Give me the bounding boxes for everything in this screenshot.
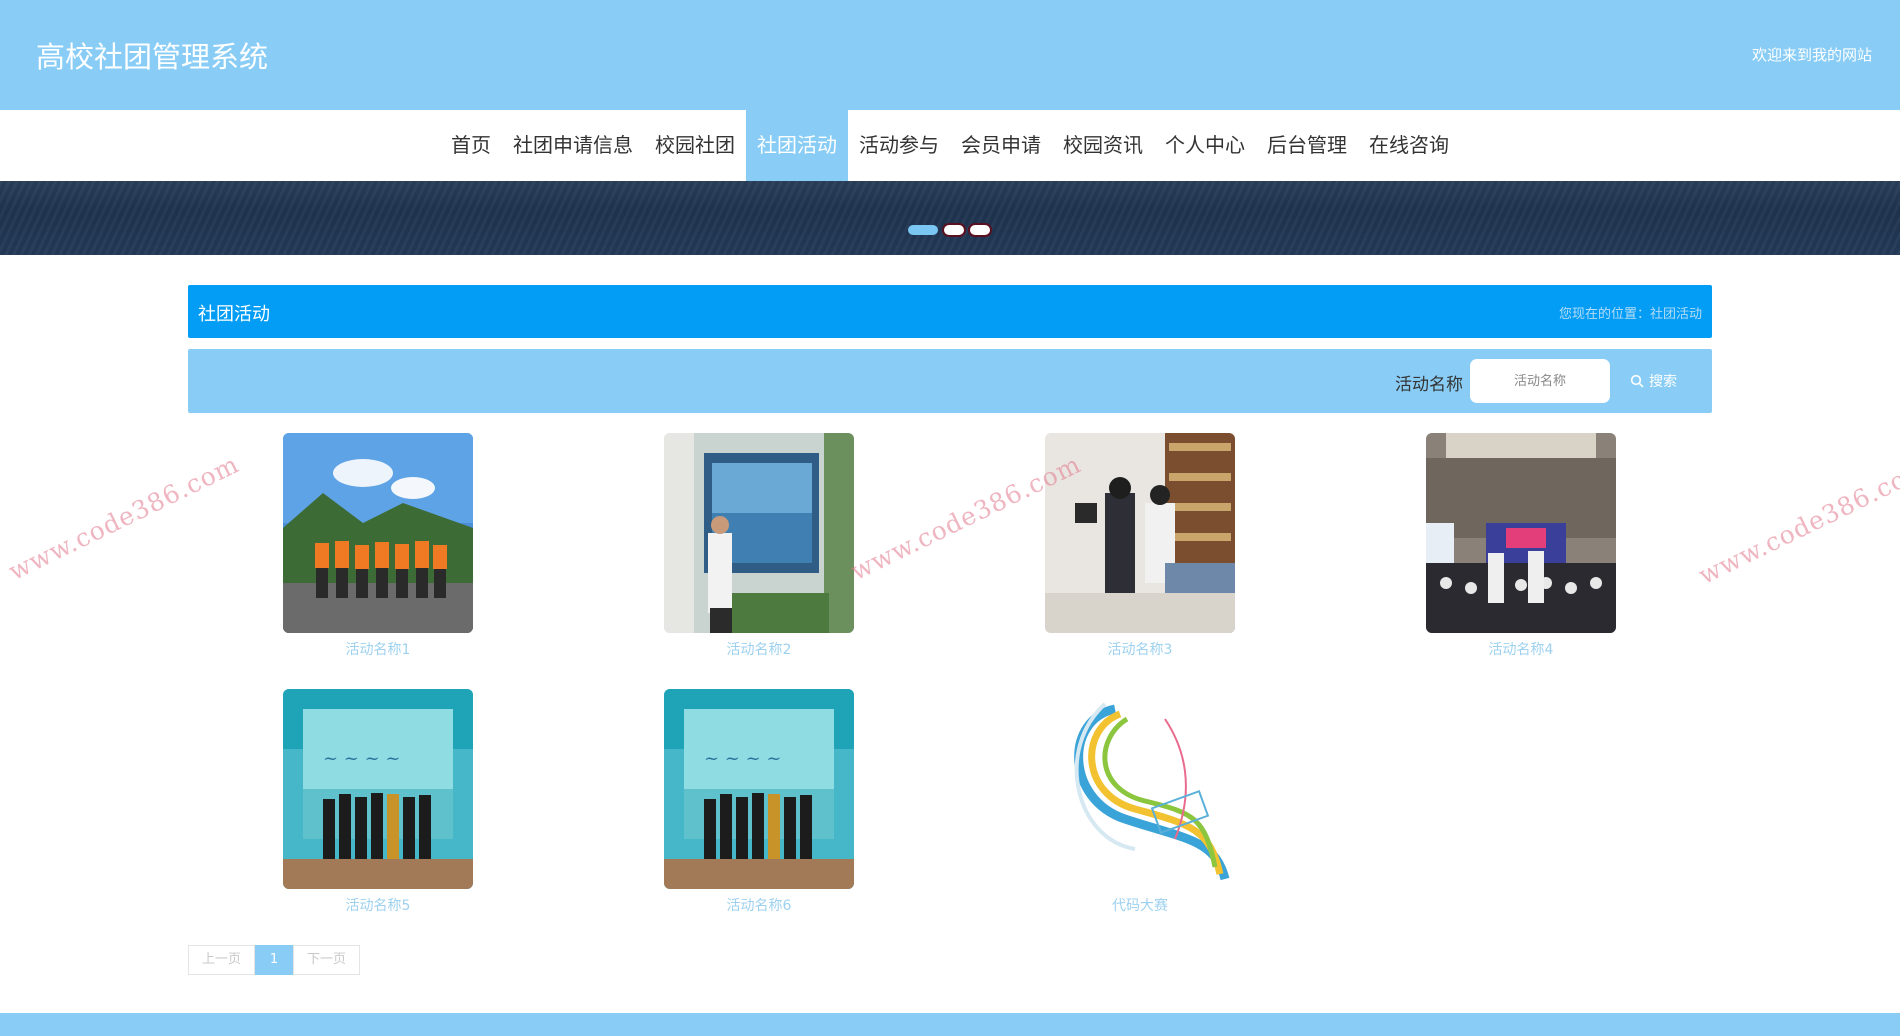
nav-item-personal-center[interactable]: 个人中心 [1154, 110, 1256, 181]
watermark: www.code386.com [4, 449, 244, 587]
activity-image[interactable] [1045, 433, 1235, 633]
nav-item-campus-news[interactable]: 校园资讯 [1052, 110, 1154, 181]
activity-card[interactable]: 代码大赛 [1045, 689, 1235, 915]
welcome-text: 欢迎来到我的网站 [1751, 46, 1872, 64]
carousel-dot-3[interactable] [970, 225, 990, 235]
activity-title[interactable]: 活动名称3 [1045, 639, 1235, 659]
activity-title[interactable]: 活动名称5 [283, 895, 473, 915]
next-page-button[interactable]: 下一页 [293, 945, 360, 975]
carousel-dot-1[interactable] [908, 225, 938, 235]
activity-image[interactable] [283, 433, 473, 633]
nav-item-admin[interactable]: 后台管理 [1256, 110, 1358, 181]
nav-item-club-activities[interactable]: 社团活动 [746, 110, 848, 181]
search-icon [1630, 374, 1644, 388]
activity-title[interactable]: 代码大赛 [1045, 895, 1235, 915]
activity-title[interactable]: 活动名称6 [664, 895, 854, 915]
activity-image[interactable]: ~ ~ ~ ~ [283, 689, 473, 889]
banner-carousel [0, 181, 1900, 255]
search-label: 活动名称 [1395, 375, 1463, 395]
search-button[interactable]: 搜索 [1624, 365, 1683, 397]
activity-image[interactable] [664, 433, 854, 633]
activity-card[interactable]: ~ ~ ~ ~ 活动名称5 [283, 689, 473, 915]
activity-image[interactable]: ~ ~ ~ ~ [664, 689, 854, 889]
carousel-dot-2[interactable] [944, 225, 964, 235]
search-input[interactable] [1470, 359, 1610, 403]
activity-card[interactable]: ~ ~ ~ ~ 活动名称6 [664, 689, 854, 915]
nav-item-campus-clubs[interactable]: 校园社团 [644, 110, 746, 181]
nav-item-home[interactable]: 首页 [440, 110, 502, 181]
activity-card[interactable]: 活动名称3 [1045, 433, 1235, 659]
page-1-button[interactable]: 1 [255, 945, 293, 975]
activity-image[interactable] [1426, 433, 1616, 633]
pagination: 上一页 1 下一页 [188, 945, 360, 975]
prev-page-button[interactable]: 上一页 [188, 945, 255, 975]
activity-title[interactable]: 活动名称2 [664, 639, 854, 659]
svg-text:~ ~ ~ ~: ~ ~ ~ ~ [704, 748, 782, 769]
watermark: www.code386.com [1694, 453, 1900, 591]
activity-image[interactable] [1045, 689, 1235, 889]
header-bar: 高校社团管理系统 欢迎来到我的网站 [0, 0, 1900, 110]
breadcrumb: 您现在的位置：社团活动 [1558, 307, 1702, 322]
nav-item-member-application[interactable]: 会员申请 [950, 110, 1052, 181]
activity-card[interactable]: 活动名称1 [283, 433, 473, 659]
main-nav: 首页 社团申请信息 校园社团 社团活动 活动参与 会员申请 校园资讯 个人中心 … [0, 110, 1900, 181]
activity-title[interactable]: 活动名称4 [1426, 639, 1616, 659]
nav-item-online-consult[interactable]: 在线咨询 [1358, 110, 1460, 181]
footer-bar [0, 1013, 1900, 1036]
svg-text:~ ~ ~ ~: ~ ~ ~ ~ [323, 748, 401, 769]
carousel-indicators [908, 225, 990, 235]
section-title: 社团活动 [198, 304, 270, 325]
activity-card[interactable]: 活动名称4 [1426, 433, 1616, 659]
nav-item-club-applications[interactable]: 社团申请信息 [502, 110, 644, 181]
nav-item-activity-participation[interactable]: 活动参与 [848, 110, 950, 181]
search-button-label: 搜索 [1649, 374, 1677, 390]
site-title[interactable]: 高校社团管理系统 [36, 34, 268, 76]
breadcrumb-bar: 社团活动 您现在的位置：社团活动 [188, 285, 1712, 338]
activity-card[interactable]: 活动名称2 [664, 433, 854, 659]
activity-title[interactable]: 活动名称1 [283, 639, 473, 659]
search-bar: 活动名称 搜索 [188, 349, 1712, 413]
